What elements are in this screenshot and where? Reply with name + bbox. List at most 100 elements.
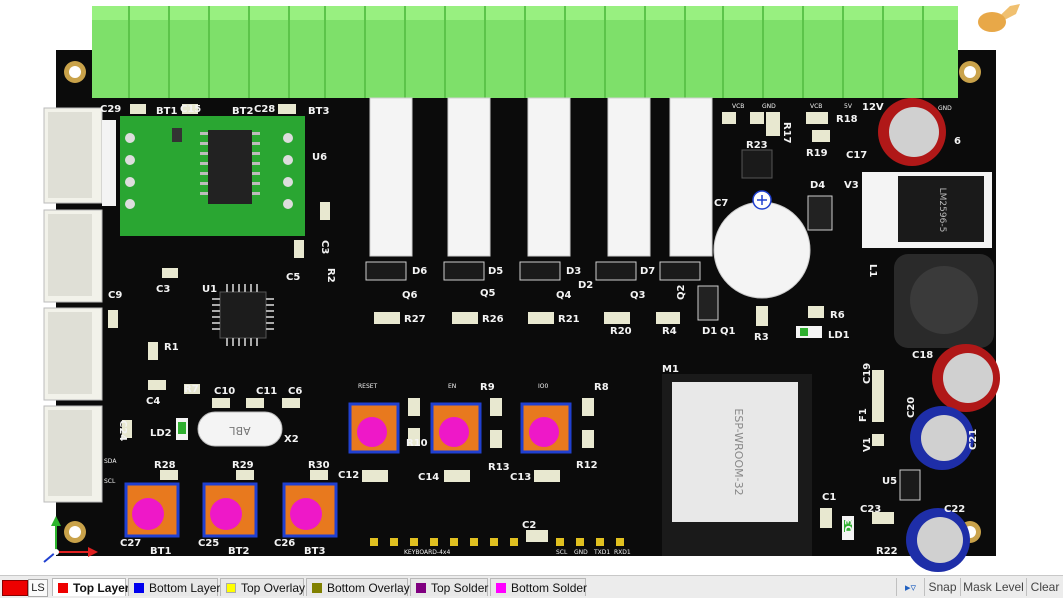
svg-text:RESET: RESET: [358, 383, 378, 390]
tab-top-layer[interactable]: Top Layer: [52, 578, 130, 596]
svg-text:IO0: IO0: [538, 383, 548, 390]
svg-text:R27: R27: [404, 314, 426, 325]
svg-text:5V: 5V: [844, 103, 853, 110]
svg-text:TXD1: TXD1: [593, 549, 610, 556]
tab-top-solder[interactable]: Top Solder: [410, 578, 488, 596]
svg-text:U6: U6: [312, 152, 327, 163]
svg-text:KEYBOARD-4x4: KEYBOARD-4x4: [404, 549, 450, 556]
tab-bottom-layer[interactable]: Bottom Layer: [128, 578, 220, 596]
svg-text:C9: C9: [108, 290, 122, 301]
svg-text:RXD1: RXD1: [614, 549, 631, 556]
svg-text:C14: C14: [418, 472, 439, 483]
u1-chip: [212, 284, 274, 346]
svg-text:BT3: BT3: [304, 546, 325, 557]
svg-text:C1: C1: [822, 492, 836, 503]
svg-text:LD2: LD2: [150, 428, 172, 439]
tab-label: Top Overlay: [241, 581, 306, 595]
svg-text:R26: R26: [482, 314, 504, 325]
svg-text:C3: C3: [156, 284, 170, 295]
svg-text:R20: R20: [610, 326, 632, 337]
svg-text:C23: C23: [860, 504, 881, 515]
svg-text:C17: C17: [846, 150, 867, 161]
svg-text:C13: C13: [510, 472, 531, 483]
mask-level-button[interactable]: Mask Level: [960, 578, 1026, 596]
svg-text:R17: R17: [781, 122, 792, 144]
svg-text:R9: R9: [480, 382, 495, 393]
tab-label: Top Solder: [431, 581, 489, 595]
clear-button[interactable]: Clear: [1026, 578, 1063, 596]
svg-text:C2: C2: [522, 520, 536, 531]
svg-text:C6: C6: [288, 386, 302, 397]
regulator-v3: LM2596-5: [862, 172, 992, 248]
svg-text:R8: R8: [594, 382, 609, 393]
pcb-board-render: E+ E- A- A+ ABL LM2596-5 ESP-WROOM-32 C2…: [0, 0, 1063, 575]
svg-text:BT1: BT1: [150, 546, 171, 557]
layer-color-swatch: [134, 583, 144, 593]
svg-text:A+: A+: [102, 186, 109, 195]
layer-set-button[interactable]: LS: [28, 579, 48, 597]
svg-text:Q6: Q6: [402, 290, 418, 301]
svg-text:M1: M1: [662, 364, 679, 375]
svg-text:R29: R29: [232, 460, 254, 471]
pcb-3d-viewport[interactable]: E+ E- A- A+ ABL LM2596-5 ESP-WROOM-32 C2…: [0, 0, 1063, 575]
svg-text:R22: R22: [876, 546, 898, 557]
svg-text:C12: C12: [338, 470, 359, 481]
svg-text:BT1: BT1: [156, 106, 177, 117]
svg-text:C24: C24: [117, 420, 128, 441]
layer-color-swatch: [226, 583, 236, 593]
tab-top-overlay[interactable]: Top Overlay: [220, 578, 306, 596]
svg-text:SDA: SDA: [104, 458, 117, 465]
svg-text:R2: R2: [325, 268, 336, 283]
svg-text:Q2: Q2: [676, 284, 687, 300]
svg-text:R30: R30: [308, 460, 330, 471]
svg-text:R13: R13: [488, 462, 510, 473]
svg-text:C26: C26: [274, 538, 295, 549]
svg-text:R3: R3: [754, 332, 769, 343]
svg-text:EN: EN: [448, 383, 456, 390]
svg-text:C15: C15: [180, 104, 201, 115]
layer-tab-bar: LS Top Layer Bottom Layer Top Overlay Bo…: [0, 575, 1063, 598]
tab-bottom-solder[interactable]: Bottom Solder: [490, 578, 588, 596]
tab-bottom-overlay[interactable]: Bottom Overlay: [306, 578, 410, 596]
svg-text:C25: C25: [198, 538, 219, 549]
svg-text:C7: C7: [714, 198, 728, 209]
hx711-module: [120, 116, 305, 236]
svg-text:SCL: SCL: [556, 549, 568, 556]
crystal-x2: ABL: [197, 411, 283, 447]
svg-text:LD3: LD3: [844, 518, 855, 540]
svg-text:C29: C29: [100, 104, 121, 115]
svg-text:V1: V1: [862, 437, 873, 452]
svg-text:C22: C22: [944, 504, 965, 515]
svg-text:C27: C27: [120, 538, 141, 549]
svg-text:C18: C18: [912, 350, 933, 361]
svg-text:ESP-WROOM-32: ESP-WROOM-32: [732, 408, 745, 495]
layer-color-swatch: [416, 583, 426, 593]
svg-text:L1: L1: [867, 264, 878, 277]
svg-text:A-: A-: [102, 168, 109, 174]
svg-text:R10: R10: [406, 438, 428, 449]
svg-text:R12: R12: [576, 460, 598, 471]
svg-text:12V: 12V: [862, 102, 884, 113]
svg-text:V3: V3: [844, 180, 859, 191]
layer-color-swatch: [496, 583, 506, 593]
svg-text:D4: D4: [810, 180, 825, 191]
svg-text:Q4: Q4: [556, 290, 572, 301]
layer-color-swatch: [58, 583, 68, 593]
svg-text:E+: E+: [102, 133, 109, 142]
svg-text:BT2: BT2: [228, 546, 249, 557]
layer-filter-button[interactable]: ▸▿: [896, 578, 924, 596]
svg-text:U1: U1: [202, 284, 217, 295]
svg-text:X2: X2: [284, 434, 299, 445]
svg-text:D5: D5: [488, 266, 503, 277]
tab-label: Bottom Solder: [511, 581, 588, 595]
svg-text:U5: U5: [882, 476, 897, 487]
tab-label: Top Layer: [73, 581, 130, 595]
svg-text:D1: D1: [702, 326, 717, 337]
current-layer-swatch[interactable]: [2, 580, 28, 596]
snap-button[interactable]: Snap: [924, 578, 960, 596]
svg-text:VCB: VCB: [732, 103, 744, 110]
svg-text:F1: F1: [858, 408, 869, 422]
esp32-module: ESP-WROOM-32: [662, 374, 812, 556]
svg-text:D6: D6: [412, 266, 427, 277]
svg-text:E-: E-: [102, 150, 109, 156]
